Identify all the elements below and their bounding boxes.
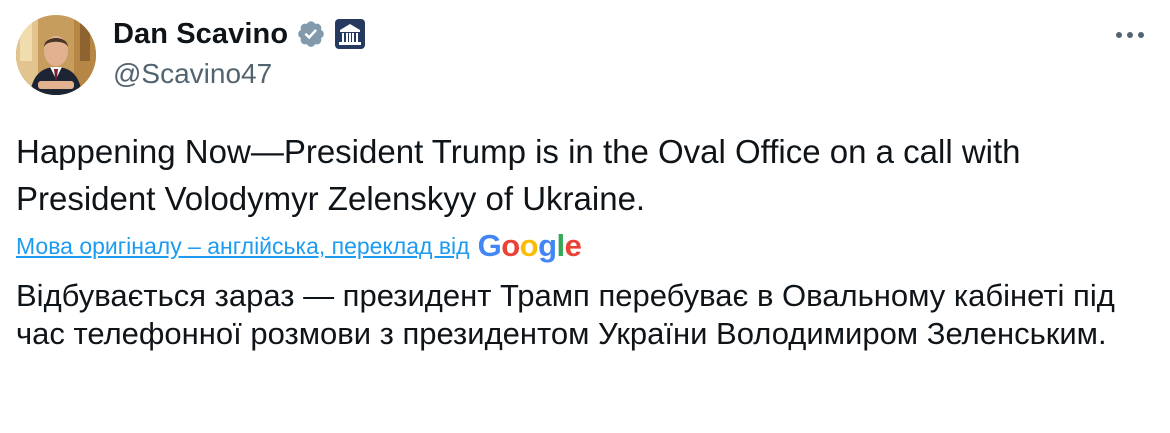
- verified-badge-icon[interactable]: [296, 19, 326, 49]
- avatar-photo: [16, 15, 96, 95]
- name-row: Dan Scavino: [113, 14, 366, 54]
- translation-source-link[interactable]: Мова оригіналу – англійська, переклад ві…: [16, 233, 470, 260]
- google-logo-letter: o: [519, 228, 539, 263]
- translated-tweet-text: Відбувається зараз — президент Трамп пер…: [16, 278, 1115, 351]
- more-options-icon: [1116, 32, 1144, 38]
- google-logo-letter: o: [501, 228, 520, 263]
- user-handle[interactable]: @Scavino47: [113, 58, 366, 90]
- tweet-text: Happening Now—President Trump is in the …: [16, 133, 1021, 217]
- google-logo-letter: g: [538, 228, 557, 263]
- more-options-button[interactable]: [1110, 20, 1150, 50]
- white-house-icon[interactable]: [334, 18, 366, 50]
- google-logo: Google: [478, 228, 582, 264]
- display-name[interactable]: Dan Scavino: [113, 18, 288, 51]
- avatar[interactable]: [16, 15, 96, 95]
- translation-attribution: Мова оригіналу – англійська, переклад ві…: [16, 228, 582, 264]
- google-logo-letter: l: [556, 228, 566, 263]
- user-info: Dan Scavino @Scavino47: [113, 14, 366, 90]
- tweet: Dan Scavino @Scavino47 Happening Now—Pre…: [0, 0, 1170, 433]
- google-logo-letter: G: [477, 228, 502, 263]
- google-logo-letter: e: [564, 228, 582, 263]
